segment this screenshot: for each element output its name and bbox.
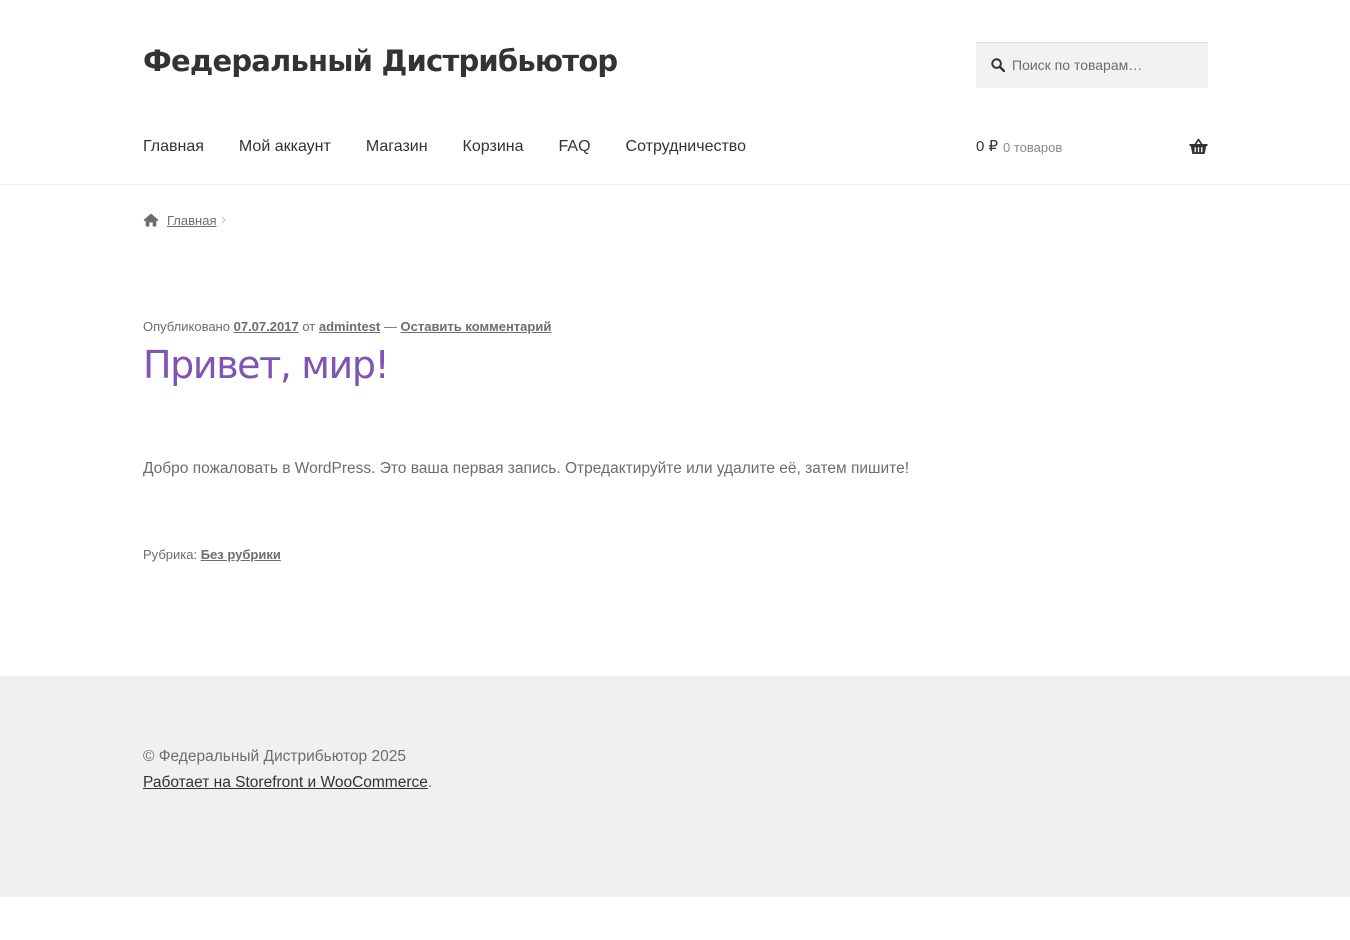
- post-by-label: от: [302, 319, 316, 334]
- nav-item-partnership[interactable]: Сотрудничество: [626, 134, 747, 160]
- post-title[interactable]: Привет, мир!: [143, 339, 390, 391]
- site-footer: © Федеральный Дистрибьютор 2025 Работает…: [0, 676, 1350, 897]
- header-cart[interactable]: 0 ₽ 0 товаров: [976, 134, 1208, 160]
- nav-item-shop[interactable]: Магазин: [366, 134, 428, 160]
- main-navigation: Главная Мой аккаунт Магазин Корзина FAQ …: [143, 134, 746, 160]
- chevron-right-icon: [222, 216, 227, 224]
- breadcrumb: Главная: [143, 209, 227, 231]
- nav-item-cart[interactable]: Корзина: [463, 134, 524, 160]
- footer-powered-suffix: .: [427, 774, 433, 791]
- post-author-link[interactable]: admintest: [319, 319, 380, 334]
- post-category: Рубрика: Без рубрики: [143, 545, 281, 565]
- home-icon: [143, 213, 159, 227]
- nav-item-faq[interactable]: FAQ: [559, 134, 591, 160]
- post-category-label: Рубрика:: [143, 547, 198, 562]
- cart-item-count: 0 товаров: [1003, 140, 1063, 155]
- post-content: Добро пожаловать в WordPress. Это ваша п…: [143, 460, 910, 477]
- footer-powered-link[interactable]: Работает на Storefront и WooCommerce: [143, 774, 428, 791]
- post-category-link[interactable]: Без рубрики: [201, 547, 281, 562]
- breadcrumb-home-link[interactable]: Главная: [167, 213, 216, 228]
- site-title[interactable]: Федеральный Дистрибьютор: [143, 42, 618, 80]
- site-header: Федеральный Дистрибьютор Главная Мой акк…: [0, 0, 1350, 185]
- footer-copyright: © Федеральный Дистрибьютор 2025: [143, 748, 406, 765]
- search-box: [976, 42, 1208, 88]
- cart-amount: 0 ₽: [976, 138, 999, 155]
- search-input[interactable]: [1012, 43, 1202, 87]
- nav-item-home[interactable]: Главная: [143, 134, 204, 160]
- post-published-label: Опубликовано: [143, 319, 230, 334]
- footer-credit: Работает на Storefront и WooCommerce.: [143, 771, 432, 795]
- post-meta-dash: —: [383, 319, 397, 334]
- post-meta: Опубликовано 07.07.2017 от admintest — О…: [143, 317, 551, 337]
- leave-comment-link[interactable]: Оставить комментарий: [401, 319, 552, 334]
- basket-icon: [1189, 138, 1208, 154]
- nav-item-my-account[interactable]: Мой аккаунт: [239, 134, 331, 160]
- post-date-link[interactable]: 07.07.2017: [234, 319, 299, 334]
- search-icon: [991, 58, 1005, 72]
